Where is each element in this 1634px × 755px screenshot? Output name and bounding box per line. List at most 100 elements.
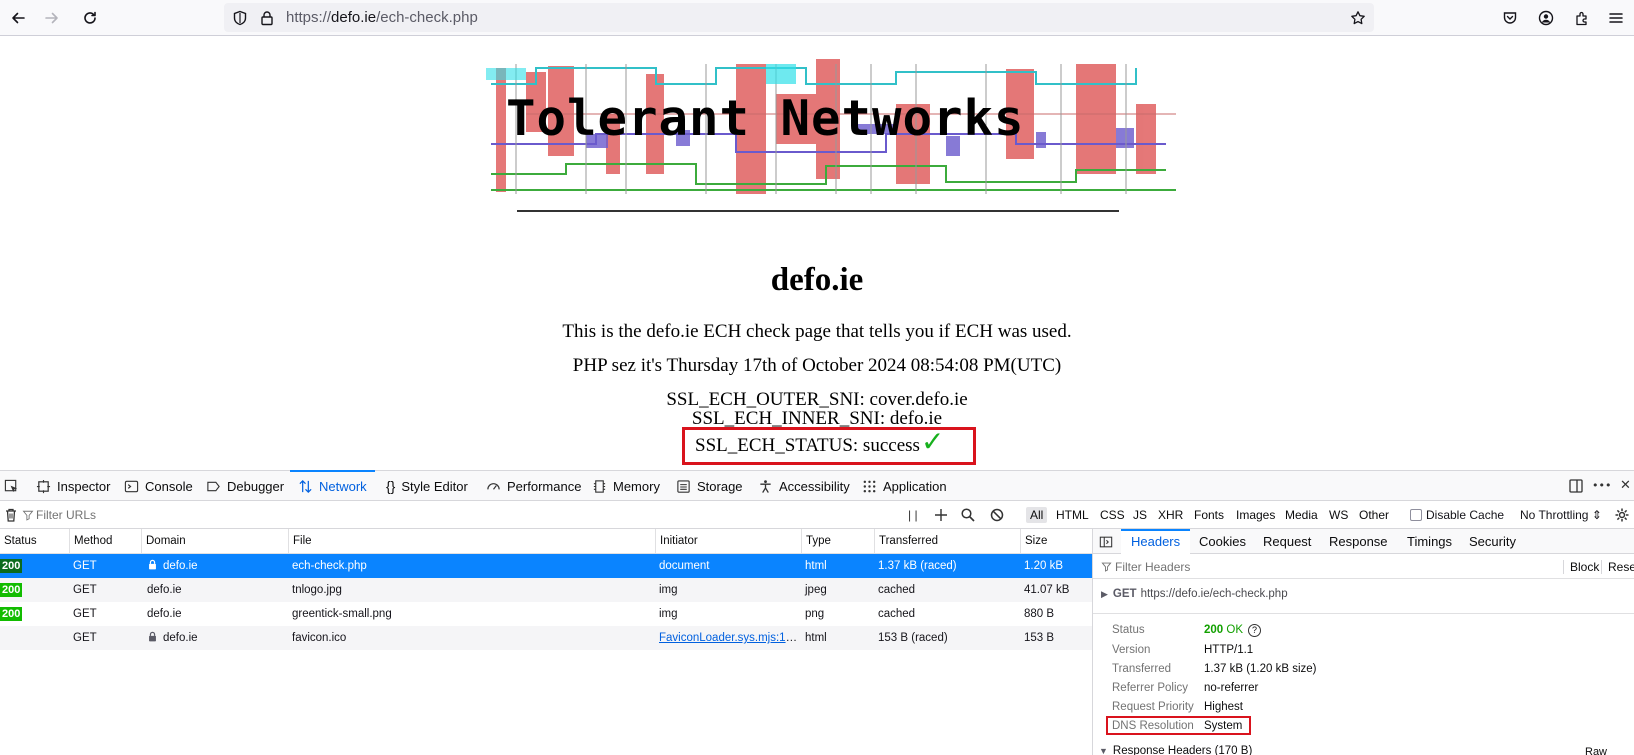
table-row[interactable]: 200 GET defo.ie tnlogo.jpg img jpeg cach… [0, 578, 1092, 602]
forward-icon[interactable] [40, 6, 64, 30]
file-cell: favicon.ico [292, 632, 347, 644]
field-key: Transferred [1112, 663, 1172, 675]
field-value: HTTP/1.1 [1204, 644, 1254, 656]
response-headers-label: Response Headers (170 B) [1112, 745, 1253, 755]
back-icon[interactable] [6, 6, 30, 30]
inner-sni-text: SSL_ECH_INNER_SNI: defo.ie [691, 408, 943, 429]
collapse-arrow-icon[interactable]: ▼ [1099, 746, 1108, 755]
expand-arrow-icon[interactable]: ▶ [1101, 589, 1108, 600]
reload-icon[interactable] [78, 6, 102, 30]
col-file[interactable]: File [288, 529, 312, 554]
raw-toggle[interactable]: Raw [1585, 746, 1607, 755]
filter-js[interactable]: JS [1133, 508, 1147, 522]
type-cell: html [805, 632, 827, 644]
filter-all[interactable]: All [1026, 507, 1048, 523]
element-picker-icon[interactable] [4, 471, 19, 501]
close-devtools-icon[interactable]: ✕ [1620, 478, 1634, 494]
url-bar[interactable]: https://defo.ie/ech-check.php [224, 3, 1374, 32]
tab-network-label: Network [319, 478, 367, 494]
size-cell: 1.20 kB [1024, 560, 1063, 572]
pause-icon[interactable]: | | [908, 508, 918, 522]
filter-images[interactable]: Images [1236, 508, 1275, 522]
domain-text: defo.ie [163, 632, 198, 644]
tab-cookies[interactable]: Cookies [1199, 529, 1246, 554]
col-initiator[interactable]: Initiator [655, 529, 698, 554]
filter-media[interactable]: Media [1285, 508, 1318, 522]
col-type[interactable]: Type [801, 529, 831, 554]
tab-security[interactable]: Security [1469, 529, 1516, 554]
url-text[interactable]: https://defo.ie/ech-check.php [286, 9, 478, 26]
dns-resolution-highlight [1106, 716, 1251, 735]
filter-headers-input[interactable]: Filter Headers [1115, 560, 1190, 574]
more-options-icon[interactable]: ••• [1592, 479, 1616, 495]
extensions-icon[interactable] [1570, 6, 1594, 30]
response-headers-toggle[interactable]: ▼ Response Headers (170 B) [1099, 745, 1252, 755]
lock-icon [149, 631, 156, 642]
menu-icon[interactable] [1604, 6, 1628, 30]
debugger-icon [207, 481, 220, 491]
filter-ws[interactable]: WS [1329, 508, 1348, 522]
tab-headers[interactable]: Headers [1121, 529, 1191, 554]
col-status[interactable]: Status [0, 529, 37, 554]
filter-xhr[interactable]: XHR [1158, 508, 1183, 522]
account-icon[interactable] [1534, 6, 1558, 30]
filter-fonts[interactable]: Fonts [1194, 508, 1224, 522]
table-row[interactable]: 200 GET defo.ie ech-check.php document h… [0, 554, 1092, 578]
tab-response[interactable]: Response [1329, 529, 1388, 554]
request-summary[interactable]: ▶ GET https://defo.ie/ech-check.php [1101, 588, 1288, 600]
filter-html[interactable]: HTML [1056, 508, 1089, 522]
trash-icon[interactable] [3, 507, 19, 523]
status-code: 200 [0, 559, 23, 573]
url-scheme: https:// [286, 9, 332, 26]
url-path: /ech-check.php [376, 9, 478, 26]
tab-style-editor[interactable]: {} Style Editor [386, 471, 468, 501]
tab-debugger[interactable]: Debugger [206, 471, 284, 501]
tab-storage[interactable]: Storage [676, 471, 743, 501]
tab-inspector[interactable]: Inspector [36, 471, 110, 501]
domain-cell: defo.ie [147, 608, 182, 620]
block-button[interactable]: Block [1563, 560, 1599, 574]
throttling-select[interactable]: No Throttling ⇕ [1520, 508, 1602, 522]
add-request-icon[interactable] [933, 507, 949, 523]
lock-icon[interactable] [259, 10, 275, 26]
performance-icon [487, 482, 500, 490]
gear-icon[interactable] [1614, 507, 1630, 523]
green-tick-icon: ✓ [921, 425, 945, 458]
star-icon[interactable] [1350, 10, 1366, 26]
table-row[interactable]: GET defo.ie favicon.ico FaviconLoader.sy… [0, 626, 1092, 650]
resend-button[interactable]: Resend [1601, 560, 1634, 574]
initiator-link[interactable]: FaviconLoader.sys.mjs:17… [659, 632, 801, 644]
filter-urls-input[interactable]: Filter URLs [36, 508, 96, 522]
tab-request[interactable]: Request [1263, 529, 1311, 554]
page-title: defo.ie [770, 262, 864, 298]
tab-console[interactable]: Console [124, 471, 193, 501]
tab-application[interactable]: Application [862, 471, 947, 501]
help-icon[interactable]: ? [1248, 624, 1262, 637]
tab-memory[interactable]: Memory [592, 471, 660, 501]
toggle-panel-icon[interactable] [1099, 535, 1113, 549]
filter-css[interactable]: CSS [1100, 508, 1125, 522]
transferred-cell: 1.37 kB (raced) [878, 560, 957, 572]
col-transferred[interactable]: Transferred [874, 529, 938, 554]
col-method[interactable]: Method [69, 529, 112, 554]
pocket-icon[interactable] [1498, 6, 1522, 30]
col-size[interactable]: Size [1020, 529, 1047, 554]
table-row[interactable]: 200 GET defo.ie greentick-small.png img … [0, 602, 1092, 626]
checkbox-box[interactable] [1410, 509, 1422, 521]
tab-timings[interactable]: Timings [1407, 529, 1452, 554]
tab-network[interactable]: Network [290, 470, 375, 501]
col-domain[interactable]: Domain [141, 529, 186, 554]
filter-icon [22, 510, 34, 521]
status-code: 200 [0, 583, 23, 597]
filter-other[interactable]: Other [1359, 508, 1389, 522]
field-key: Status [1112, 624, 1145, 636]
dock-icon[interactable] [1568, 478, 1584, 494]
shield-icon[interactable] [232, 10, 248, 26]
tab-performance[interactable]: Performance [486, 471, 581, 501]
tab-accessibility[interactable]: Accessibility [758, 471, 850, 501]
inspector-icon [36, 479, 51, 493]
field-value: 200 OK? [1204, 624, 1262, 637]
block-icon[interactable] [989, 507, 1005, 523]
disable-cache-checkbox[interactable]: Disable Cache [1410, 508, 1504, 522]
search-icon[interactable] [960, 507, 976, 523]
